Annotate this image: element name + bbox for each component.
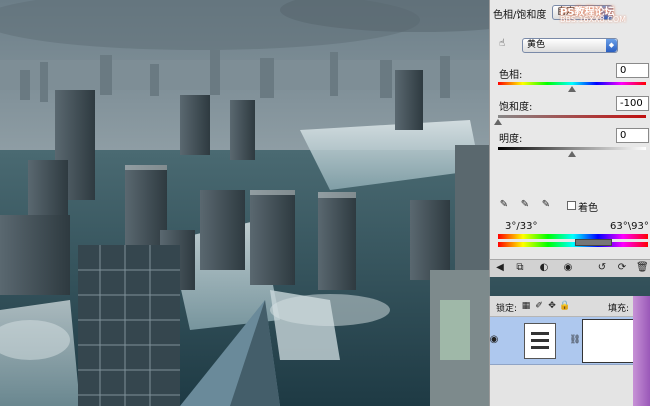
reset-icon[interactable]: ⟳: [616, 262, 628, 274]
panel-title: 色相/饱和度: [493, 10, 547, 21]
range-selector[interactable]: [575, 239, 612, 246]
clip-icon[interactable]: ⧉: [514, 262, 526, 274]
layer-mask-thumbnail[interactable]: [582, 319, 636, 363]
hue-slider[interactable]: [498, 82, 646, 85]
colorize-label: 着色: [578, 203, 598, 214]
saturation-field[interactable]: -100: [616, 96, 649, 111]
eyedropper-icon[interactable]: ✎: [498, 199, 510, 211]
previous-state-icon[interactable]: ↺: [596, 262, 608, 274]
adjustments-panel: 色相/饱和度 自定 ▼ ☝ 黄色 ◆ 色相: 0 饱和度: -100 明度: 0…: [489, 0, 650, 276]
range-bottom-bar: [498, 242, 648, 247]
lock-row: 锁定: ▦ ✐ ✥ 🔒 填充: 100: [490, 296, 650, 317]
back-arrow-icon[interactable]: ◀: [494, 262, 506, 274]
lock-label: 锁定:: [496, 304, 518, 314]
range-top-bar: [498, 234, 648, 239]
layers-list-empty: [490, 365, 650, 406]
chain-link-icon[interactable]: ⛓: [569, 334, 581, 346]
hue-slider-thumb[interactable]: [568, 86, 576, 92]
range-left-readout: 3°/33°: [505, 221, 538, 232]
eye-icon[interactable]: ◉: [488, 334, 500, 346]
saturation-label: 饱和度:: [499, 102, 533, 113]
eyedropper-plus-icon[interactable]: ✎: [519, 199, 531, 211]
hue-field[interactable]: 0: [616, 63, 649, 78]
eyedropper-minus-icon[interactable]: ✎: [540, 199, 552, 211]
colorize-checkbox[interactable]: [567, 201, 576, 210]
lock-brush-icon[interactable]: ✐: [533, 300, 545, 312]
adjustment-thumbnail: [524, 323, 556, 359]
lightness-slider-thumb[interactable]: [568, 151, 576, 157]
lock-move-icon[interactable]: ✥: [546, 300, 558, 312]
lock-all-icon[interactable]: 🔒: [559, 300, 571, 312]
adjustments-toolbar: ◀ ⧉ ◐ ◉ ↺ ⟳ 🗑: [489, 259, 650, 277]
lightness-slider[interactable]: [498, 147, 646, 150]
delete-icon[interactable]: 🗑: [636, 262, 649, 274]
channel-value: 黄色: [527, 40, 546, 50]
chevron-updown-icon: ◆: [606, 39, 617, 52]
visibility-icon[interactable]: ◐: [538, 262, 550, 274]
layer-color-strip: [633, 296, 650, 406]
hue-label: 色相:: [499, 70, 523, 81]
target-adjust-icon[interactable]: ☝: [496, 38, 508, 50]
lock-transparency-icon[interactable]: ▦: [520, 300, 532, 312]
saturation-slider[interactable]: [498, 115, 646, 118]
range-right-readout: 63°\93°: [610, 221, 649, 232]
layer-row-hue-saturation[interactable]: ◉ ⛓: [490, 317, 650, 365]
channel-dropdown[interactable]: 黄色 ◆: [522, 38, 618, 53]
saturation-slider-thumb[interactable]: [494, 119, 502, 125]
layers-panel: 锁定: ▦ ✐ ✥ 🔒 填充: 100 ◉ ⛓: [489, 296, 650, 406]
lightness-label: 明度:: [499, 134, 523, 145]
watermark-line2: BBS.16XX8.COM: [560, 15, 627, 24]
fill-label: 填充:: [608, 304, 630, 314]
lightness-field[interactable]: 0: [616, 128, 649, 143]
eye-preview-icon[interactable]: ◉: [562, 262, 574, 274]
